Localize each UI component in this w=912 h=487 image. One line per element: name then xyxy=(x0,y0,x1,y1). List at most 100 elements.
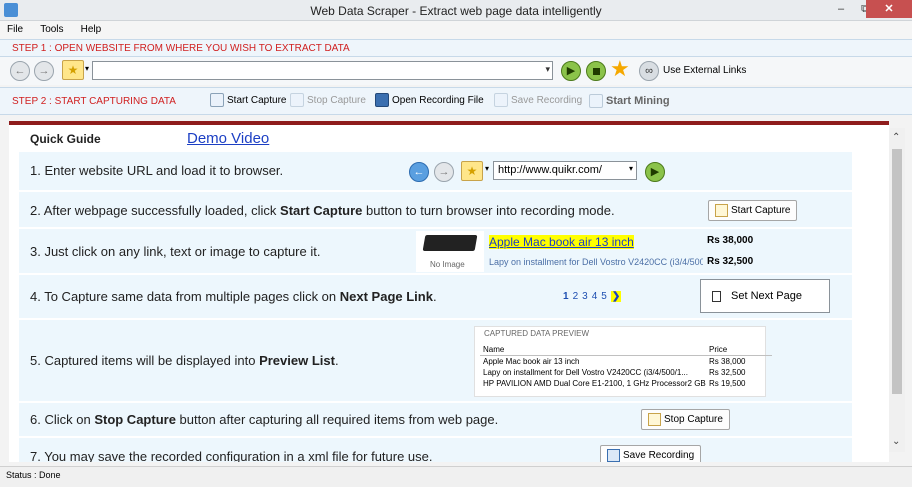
go-button[interactable]: ▶ xyxy=(561,61,581,81)
stop-button[interactable] xyxy=(586,61,606,81)
open-recording-button[interactable]: Open Recording File xyxy=(375,93,484,109)
preview-cell-name: Lapy on installment for Dell Vostro V242… xyxy=(483,368,688,377)
demo-stop-capture-label: Stop Capture xyxy=(664,414,723,425)
demo-dropdown-icon: ▾ xyxy=(485,164,490,173)
link-icon[interactable]: ∞ xyxy=(639,61,659,81)
favorites-icon[interactable]: ★ xyxy=(62,60,84,80)
demo-back-icon: ← xyxy=(409,162,429,182)
demo-pager: 1 2 3 4 5 ❯ xyxy=(563,290,625,302)
step1-label: STEP 1 : OPEN WEBSITE FROM WHERE YOU WIS… xyxy=(12,43,350,54)
guide-step-6: 6. Click on Stop Capture button after ca… xyxy=(19,403,852,437)
demo-price-2: Rs 32,500 xyxy=(707,256,754,267)
preview-col-name: Name xyxy=(480,344,706,356)
start-capture-label: Start Capture xyxy=(227,95,287,106)
demo-page-3: 3 xyxy=(582,291,588,302)
stop-capture-button[interactable]: Stop Capture xyxy=(290,93,366,109)
favorites-dropdown-icon[interactable]: ▾ xyxy=(85,64,89,73)
demo-start-capture-icon xyxy=(715,203,728,217)
preview-cell-price: Rs 19,500 xyxy=(709,379,746,388)
preview-cell-price: Rs 38,000 xyxy=(709,357,746,366)
minimize-button[interactable]: – xyxy=(828,0,854,18)
demo-next-page-icon: ❯ xyxy=(610,291,622,302)
demo-set-next-page-label: Set Next Page xyxy=(731,290,802,302)
demo-save-recording-icon xyxy=(607,448,620,462)
step5-text-a: 5. Captured items will be displayed into xyxy=(30,353,260,368)
preview-cell-name: HP PAVILION AMD Dual Core E1-2100, 1 GHz… xyxy=(483,379,706,388)
guide-tabs: Quick Guide Demo Video xyxy=(19,126,852,152)
demo-preview-list: CAPTURED DATA PREVIEW Name Price Apple M… xyxy=(474,326,772,397)
preview-col-price: Price xyxy=(706,344,772,356)
stop-capture-label: Stop Capture xyxy=(307,95,366,106)
start-mining-icon xyxy=(589,94,603,109)
tab-quick-guide[interactable]: Quick Guide xyxy=(30,132,101,146)
demo-page-2: 2 xyxy=(572,291,579,302)
status-text: Status : Done xyxy=(6,470,61,480)
start-capture-icon xyxy=(210,93,224,108)
preview-table: Name Price Apple Mac book air 13 inch Rs… xyxy=(480,344,772,389)
table-row: Lapy on installment for Dell Vostro V242… xyxy=(480,367,772,378)
scroll-thumb[interactable] xyxy=(892,149,902,394)
guide-step-2: 2. After webpage successfully loaded, cl… xyxy=(19,192,852,228)
step5-text-b: . xyxy=(334,353,339,368)
page-icon xyxy=(712,291,721,302)
guide-step-7: 7. You may save the recorded configurati… xyxy=(19,438,852,462)
menu-bar: File Tools Help xyxy=(0,21,912,39)
demo-save-recording-button: Save Recording xyxy=(600,445,702,462)
url-dropdown-icon[interactable]: ▾ xyxy=(545,64,550,75)
scroll-down-icon[interactable]: ⌄ xyxy=(892,436,900,447)
back-button[interactable]: ← xyxy=(10,61,30,81)
use-external-links-button[interactable]: Use External Links xyxy=(663,65,746,76)
url-input[interactable]: ▾ xyxy=(92,61,553,80)
demo-set-next-page-button: Set Next Page xyxy=(700,279,830,313)
forward-button[interactable]: → xyxy=(34,61,54,81)
demo-page-5: 5 xyxy=(601,291,607,302)
step5-text: 5. Captured items will be displayed into… xyxy=(30,353,339,368)
menu-file[interactable]: File xyxy=(0,21,30,38)
close-button[interactable]: ✕ xyxy=(866,0,912,18)
step1-bar: STEP 1 : OPEN WEBSITE FROM WHERE YOU WIS… xyxy=(0,39,912,57)
save-recording-icon xyxy=(494,93,508,108)
demo-stop-capture-icon xyxy=(648,412,661,426)
preview-cell-price: Rs 32,500 xyxy=(709,368,746,377)
guide-step-4: 4. To Capture same data from multiple pa… xyxy=(19,275,852,319)
laptop-image: No Image xyxy=(416,231,484,272)
preview-header-row: Name Price xyxy=(480,344,772,356)
step2-label: STEP 2 : START CAPTURING DATA xyxy=(12,96,176,107)
start-capture-button[interactable]: Start Capture xyxy=(210,93,286,109)
no-image-label: No Image xyxy=(430,260,465,269)
step2-text-b: button to turn browser into recording mo… xyxy=(362,203,615,218)
step2-text-a: 2. After webpage successfully loaded, cl… xyxy=(30,203,281,218)
preview-cell-name: Apple Mac book air 13 inch xyxy=(483,357,580,366)
demo-captured-sub: Lapy on installment for Dell Vostro V242… xyxy=(489,257,703,267)
guide-step-5: 5. Captured items will be displayed into… xyxy=(19,320,852,402)
start-mining-button[interactable]: Start Mining xyxy=(589,93,670,109)
table-row: HP PAVILION AMD Dual Core E1-2100, 1 GHz… xyxy=(480,378,772,389)
status-bar: Status : Done xyxy=(0,466,912,487)
save-recording-button[interactable]: Save Recording xyxy=(494,93,582,109)
step2-text: 2. After webpage successfully loaded, cl… xyxy=(30,203,615,218)
demo-url-box: http://www.quikr.com/ ▾ xyxy=(493,161,637,180)
window-title: Web Data Scraper - Extract web page data… xyxy=(310,4,602,18)
step2-bold: Start Capture xyxy=(280,203,363,218)
scroll-up-icon[interactable]: ⌃ xyxy=(892,132,900,143)
star-icon[interactable]: ★ xyxy=(610,57,630,81)
demo-price-1: Rs 38,000 xyxy=(707,235,754,246)
guide-panel: Quick Guide Demo Video 1. Enter website … xyxy=(9,121,889,462)
step6-text-a: 6. Click on xyxy=(30,412,95,427)
demo-captured-link: Apple Mac book air 13 inch xyxy=(489,235,634,249)
demo-page-1: 1 xyxy=(563,291,569,302)
preview-title: CAPTURED DATA PREVIEW xyxy=(484,329,590,338)
step4-bold: Next Page Link xyxy=(339,289,433,304)
menu-help[interactable]: Help xyxy=(74,21,109,38)
demo-forward-icon: → xyxy=(434,162,454,182)
start-mining-label: Start Mining xyxy=(606,95,670,107)
demo-stop-capture-button: Stop Capture xyxy=(641,409,730,430)
stop-capture-icon xyxy=(290,93,304,108)
tab-demo-video[interactable]: Demo Video xyxy=(187,130,269,147)
demo-url-dropdown-icon: ▾ xyxy=(628,164,633,173)
vertical-scrollbar[interactable]: ⌃ ⌄ xyxy=(889,128,905,452)
menu-tools[interactable]: Tools xyxy=(33,21,70,38)
step4-text-a: 4. To Capture same data from multiple pa… xyxy=(30,289,340,304)
demo-go-icon: ▶ xyxy=(645,162,665,182)
demo-save-recording-label: Save Recording xyxy=(623,450,695,461)
